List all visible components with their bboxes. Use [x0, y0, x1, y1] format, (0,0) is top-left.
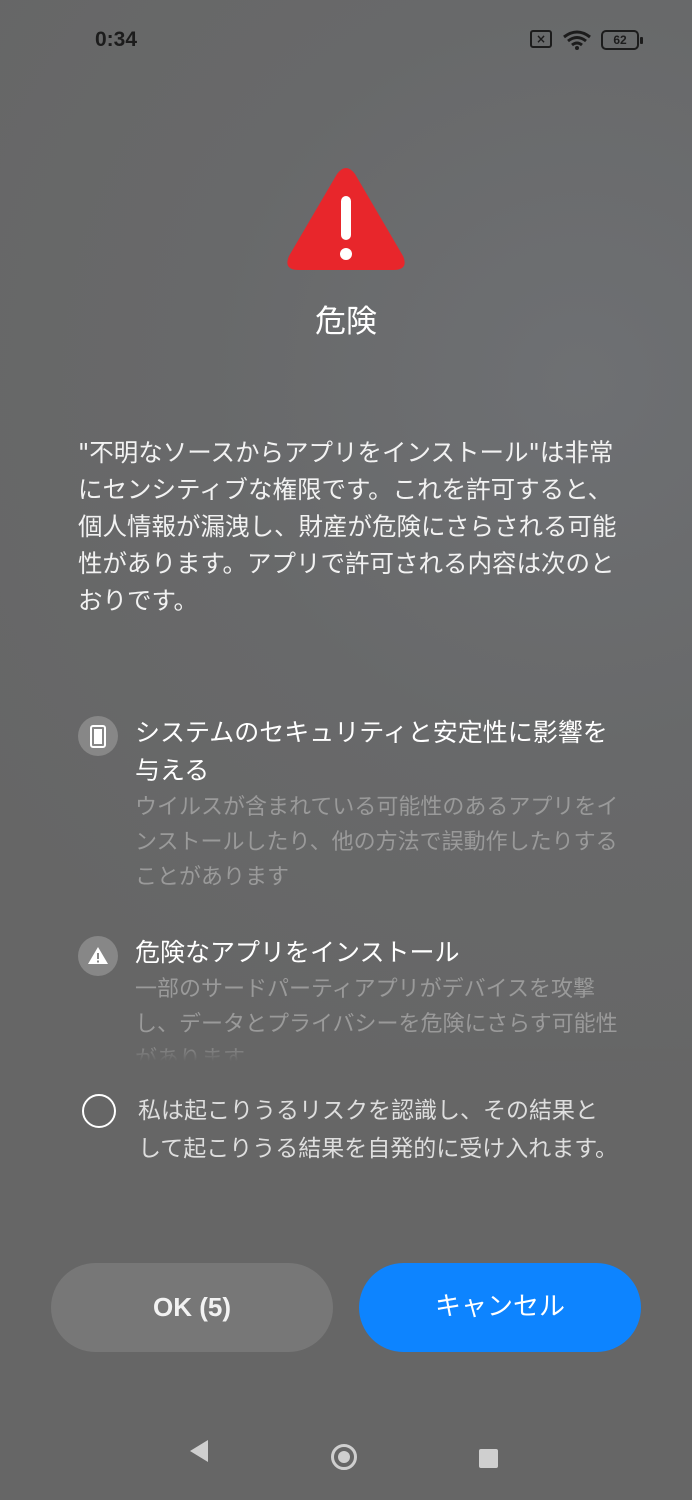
dialog-description: "不明なソースからアプリをインストール"は非常にセンシティブな権限です。これを許… [78, 438, 617, 615]
item-subtitle: 一部のサードパーティアプリがデバイスを攻撃し、データとプライバシーを危険にさらす… [135, 977, 618, 1061]
item-title: 危険なアプリをインストール [135, 938, 460, 967]
consent-checkbox[interactable] [82, 1094, 116, 1128]
item-title: システムのセキュリティと安定性に影響を与える [135, 718, 608, 785]
wifi-icon [562, 30, 592, 54]
item-subtitle: ウイルスが含まれている可能性のあるアプリをインストールしたり、他の方法で誤動作し… [135, 795, 619, 890]
cancel-button[interactable]: キャンセル [359, 1263, 641, 1352]
status-time: 0:34 [95, 28, 138, 51]
back-icon[interactable] [190, 1440, 208, 1462]
warning-triangle-icon [285, 166, 407, 276]
consent-label[interactable]: 私は起こりうるリスクを認識し、その結果として起こりうる結果を自発的に受け入れます… [138, 1092, 618, 1168]
dialog-title: 危険 [315, 304, 377, 340]
home-icon[interactable] [331, 1444, 357, 1470]
battery-icon: 62 [601, 30, 643, 50]
recents-icon[interactable] [479, 1449, 498, 1468]
sim-absent-icon: × [530, 30, 552, 48]
ok-button[interactable]: OK (5) [51, 1263, 333, 1352]
scroll-clip[interactable]: 危険なアプリをインストール 一部のサードパーティアプリがデバイスを攻撃し、データ… [0, 926, 692, 1061]
warning-icon [78, 936, 118, 976]
status-bar: 0:34 × 62 [0, 0, 692, 80]
phone-icon [78, 716, 118, 756]
